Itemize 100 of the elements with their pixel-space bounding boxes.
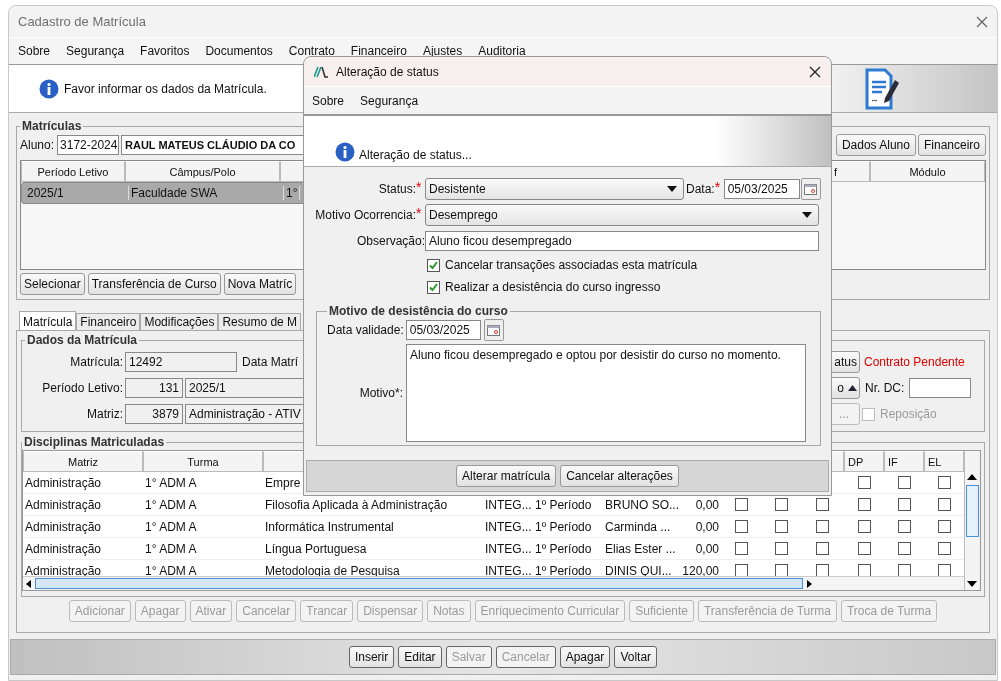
checkbox[interactable]	[937, 520, 951, 533]
student-button[interactable]: Financeiro	[917, 134, 986, 156]
info-icon	[335, 142, 355, 162]
enrollment-number-field[interactable]: 12492	[125, 352, 237, 372]
dialog-header: Alteração de status...	[359, 148, 472, 162]
student-code-field[interactable]: 3172-2024	[57, 135, 120, 155]
horizontal-scrollbar[interactable]	[23, 576, 964, 590]
arrow-right-icon[interactable]	[805, 579, 813, 588]
column-header: DP	[844, 451, 884, 472]
checkbox[interactable]	[857, 564, 871, 576]
table-cell: Faculdade SWA	[129, 186, 284, 200]
menu-item[interactable]: Financeiro	[342, 44, 415, 58]
checkbox[interactable]	[937, 476, 951, 489]
menu-item[interactable]: Sobre	[304, 93, 353, 108]
arrow-down-icon[interactable]	[967, 580, 977, 588]
checkbox[interactable]	[816, 498, 829, 511]
document-number-field[interactable]	[909, 378, 972, 398]
student-button[interactable]: Dados Aluno	[835, 134, 916, 156]
dialog-button[interactable]: Cancelar alterações	[560, 465, 679, 487]
checkbox[interactable]	[857, 476, 871, 489]
date-field[interactable]: 05/03/2025	[723, 179, 800, 199]
scrollbar-thumb[interactable]	[965, 485, 979, 537]
checkbox[interactable]	[816, 564, 829, 576]
checkbox[interactable]	[857, 542, 871, 555]
table-cell: 0,00	[695, 541, 719, 556]
enrollment-button[interactable]: Selecionar	[20, 273, 85, 295]
menu-item[interactable]: Sobre	[10, 44, 59, 58]
calendar-button[interactable]	[800, 178, 821, 200]
arrow-left-icon[interactable]	[25, 579, 33, 588]
checkbox[interactable]	[857, 498, 871, 511]
scrollbar-thumb[interactable]	[35, 578, 803, 589]
menu-item[interactable]: Documentos	[197, 44, 281, 58]
field-label: Data Matrí	[242, 355, 298, 369]
status-select[interactable]: Desistente	[425, 178, 684, 200]
dialog-button[interactable]: Alterar matrícula	[456, 465, 557, 487]
group-title: Dados da Matrícula	[26, 333, 139, 347]
required-mark: *	[416, 205, 423, 221]
footer-button[interactable]: Apagar	[559, 646, 611, 668]
column-header: EL	[924, 451, 964, 472]
menu-item[interactable]: Auditoria	[470, 44, 534, 58]
tab[interactable]: Financeiro	[76, 313, 141, 330]
checkbox[interactable]	[897, 564, 911, 576]
checkbox[interactable]	[937, 564, 951, 576]
table-cell: Administração	[25, 541, 102, 556]
checkbox[interactable]	[816, 520, 829, 533]
checkbox[interactable]	[816, 542, 829, 555]
group-title: Disciplinas Matriculadas	[23, 435, 166, 449]
checkbox[interactable]	[857, 520, 871, 533]
reason-select[interactable]: Desemprego	[425, 204, 819, 226]
menu-item[interactable]: Ajustes	[414, 44, 471, 58]
checkbox[interactable]	[427, 258, 440, 272]
enrollment-button[interactable]: Transferência de Curso	[87, 273, 221, 295]
tab[interactable]: Matrícula	[19, 311, 77, 330]
close-icon[interactable]	[809, 65, 821, 78]
checkbox[interactable]	[937, 498, 951, 511]
checkbox[interactable]	[774, 564, 788, 576]
checkbox[interactable]	[897, 476, 911, 489]
checkbox[interactable]	[734, 564, 748, 576]
menu-item[interactable]: Contrato	[280, 44, 343, 58]
checkbox[interactable]	[734, 498, 748, 511]
table-cell: 1° ADM A	[145, 497, 197, 512]
dialog-title: Alteração de status	[336, 64, 440, 79]
footer-button[interactable]: Inserir	[348, 646, 395, 668]
menu-item[interactable]: Segurança	[352, 93, 427, 108]
vertical-scrollbar[interactable]	[964, 451, 979, 590]
date-field[interactable]: 05/03/2025	[405, 320, 481, 340]
footer-button[interactable]: Editar	[398, 646, 442, 668]
table-cell: Língua Portuguesa	[265, 541, 367, 556]
checkbox[interactable]	[774, 520, 788, 533]
arrow-up-icon[interactable]	[967, 473, 977, 481]
field-label: Nr. DC:	[865, 381, 905, 395]
table-cell: INTEG...	[485, 519, 532, 534]
observation-field[interactable]: Aluno ficou desempregado	[425, 231, 819, 251]
table-cell: 120,00	[683, 563, 719, 576]
table-cell: 1º Período	[535, 519, 592, 534]
contract-status: Contrato Pendente	[864, 355, 965, 369]
curriculum-code-field[interactable]: 3879	[125, 404, 183, 424]
field-label: Motivo*:	[358, 386, 404, 400]
checkbox[interactable]	[734, 520, 748, 533]
reason-textarea[interactable]: Aluno ficou desempregado e optou por desistir do curso no momento.	[406, 344, 806, 442]
menu-item[interactable]: Segurança	[58, 44, 133, 58]
checkbox[interactable]	[774, 498, 788, 511]
tab[interactable]: Resumo de M	[218, 313, 302, 330]
enrollment-button[interactable]: Nova Matríc	[223, 273, 297, 295]
checkbox[interactable]	[897, 542, 911, 555]
checkbox[interactable]	[774, 542, 788, 555]
checkbox[interactable]	[427, 280, 440, 294]
menu-item[interactable]: Favoritos	[132, 44, 198, 58]
checkbox[interactable]	[937, 542, 951, 555]
checkbox[interactable]	[897, 498, 911, 511]
calendar-button[interactable]	[483, 319, 504, 341]
footer-button[interactable]: Voltar	[614, 646, 658, 668]
tab[interactable]: Modificações	[140, 313, 219, 330]
checkbox[interactable]	[734, 542, 748, 555]
checkbox[interactable]	[897, 520, 911, 533]
field-label: Observação:	[355, 234, 425, 248]
period-code-field[interactable]: 131	[125, 378, 183, 398]
table-cell: 0,00	[695, 497, 719, 512]
field-label: Motivo Ocorrencia:	[314, 208, 416, 222]
table-cell: 1° ADM A	[145, 519, 197, 534]
